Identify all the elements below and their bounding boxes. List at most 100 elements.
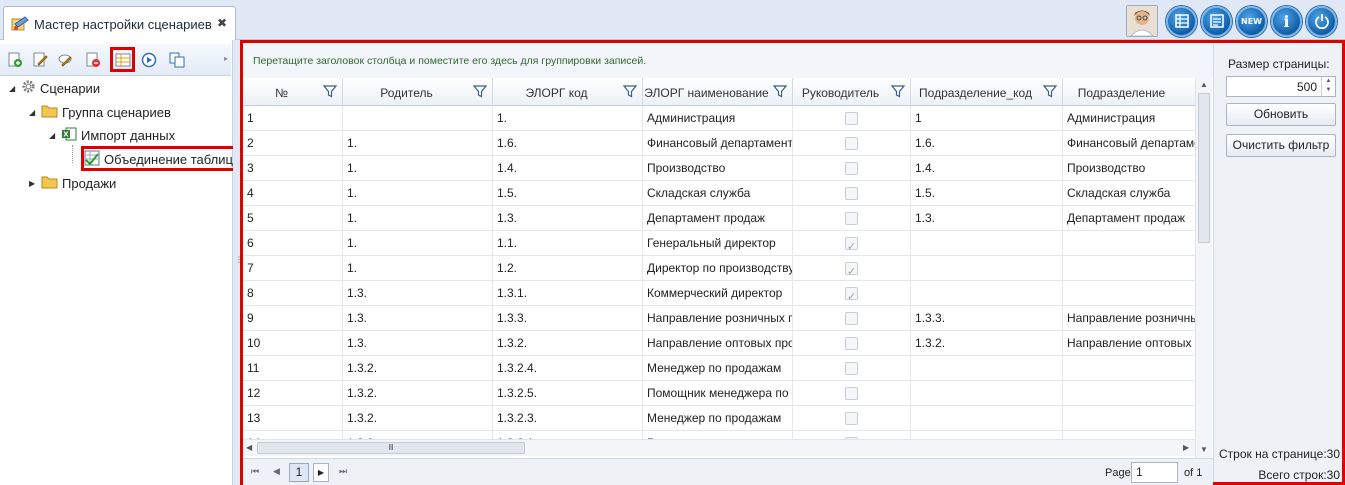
group-by-area[interactable]: Перетащите заголовок столбца и поместите… (243, 43, 1213, 78)
cell-dept (1063, 231, 1203, 256)
tree-item-scenarios[interactable]: ◢ Сценарии (9, 78, 100, 98)
collapse-arrow-icon[interactable]: ◢ (9, 84, 17, 93)
filter-icon[interactable] (472, 84, 488, 101)
filter-icon[interactable] (1042, 84, 1058, 101)
tree-item-scenario-group[interactable]: ◢ Группа сценариев (29, 102, 171, 122)
rename-icon[interactable] (56, 51, 74, 69)
filter-icon[interactable] (890, 84, 906, 101)
table-row[interactable]: 13 1.3.2. 1.3.2.3. Менеджер по продажам (243, 406, 1203, 431)
table-row[interactable]: 7 1. 1.2. Директор по производству (243, 256, 1203, 281)
column-header-label: Подразделение (1077, 86, 1166, 100)
copy-icon[interactable] (168, 51, 186, 69)
cell-code: 1.3. (493, 206, 643, 231)
folder-icon (41, 104, 58, 121)
refresh-button[interactable]: Обновить (1226, 103, 1336, 126)
cell-head (793, 256, 911, 281)
paging-settings-panel: Размер страницы: 500 ▲ ▼ Обновить Очистит… (1213, 43, 1342, 482)
head-checkbox[interactable] (845, 260, 858, 281)
cell-name: Направление розничных продаж (643, 306, 793, 331)
head-checkbox[interactable] (845, 162, 858, 175)
close-tab-icon[interactable]: ✖ (217, 16, 227, 30)
table-icon[interactable] (1166, 5, 1197, 37)
collapse-arrow-icon[interactable]: ◢ (29, 108, 37, 117)
user-avatar[interactable] (1126, 5, 1158, 37)
table-row[interactable]: 91.3.1.3.3.Направление розничных продаж1… (243, 306, 1203, 331)
prev-page-icon[interactable]: ◀ (273, 466, 280, 477)
delete-scenario-icon[interactable] (84, 51, 102, 69)
scrollbar-thumb[interactable] (1198, 93, 1210, 243)
filter-icon[interactable] (622, 84, 638, 101)
column-header-head[interactable]: Руководитель (793, 78, 911, 106)
last-page-icon[interactable]: ⏭ (339, 466, 347, 477)
scroll-down-icon[interactable]: ▼ (1200, 445, 1208, 454)
horizontal-scrollbar[interactable]: ◀ Ⅲ ▶ (243, 439, 1195, 456)
next-page-button[interactable]: ▶ (313, 463, 329, 482)
head-checkbox[interactable] (845, 212, 858, 225)
head-checkbox[interactable] (845, 285, 858, 306)
collapse-arrow-icon[interactable]: ◢ (49, 131, 57, 140)
spinner-arrows-icon[interactable]: ▲ ▼ (1321, 77, 1335, 96)
table-row[interactable]: 6 1. 1.1. Генеральный директор (243, 231, 1203, 256)
table-row[interactable]: 8 1.3. 1.3.1. Коммерческий директор (243, 281, 1203, 306)
tree-item-sales[interactable]: ▶ Продажи (29, 173, 116, 193)
table-row[interactable]: 2 1. 1.6. Финансовый департамент 1.6. Финансо… (243, 131, 1203, 156)
table-row[interactable]: 11 1.3.2. 1.3.2.4. Менеджер по продажам (243, 356, 1203, 381)
head-checkbox[interactable] (845, 137, 858, 150)
head-checkbox[interactable] (845, 187, 858, 200)
table-row[interactable]: 121.3.2.1.3.2.5.Помощник менеджера по пр… (243, 381, 1203, 406)
new-icon[interactable]: NEW (1236, 5, 1267, 37)
cell-name: Генеральный директор (643, 231, 793, 256)
table-row[interactable]: 101.3.1.3.2.Направление оптовых продаж1.… (243, 331, 1203, 356)
vertical-scrollbar[interactable]: ▲ ▼ (1195, 78, 1212, 458)
panel-splitter[interactable]: ⋮ (233, 40, 243, 485)
title-bar: Мастер настройки сценариев ✖ NEW i (0, 0, 1345, 40)
table-row[interactable]: 3 1. 1.4. Производство 1.4. Производство (243, 156, 1203, 181)
column-header-parent[interactable]: Родитель (343, 78, 493, 106)
page-number-button[interactable]: 1 (289, 463, 309, 482)
cell-dept (1063, 281, 1203, 306)
column-header-code[interactable]: ЭЛОРГ код (493, 78, 643, 106)
cell-code: 1.3.2.3. (493, 406, 643, 431)
head-checkbox[interactable] (845, 387, 858, 400)
head-checkbox[interactable] (845, 337, 858, 350)
add-scenario-icon[interactable] (6, 51, 24, 69)
power-icon[interactable] (1306, 5, 1337, 37)
run-icon[interactable] (140, 51, 158, 69)
svg-text:X: X (63, 130, 69, 138)
tree-item-data-import[interactable]: ◢ X Импорт данных (49, 125, 175, 145)
page-size-spinner[interactable]: 500 ▲ ▼ (1226, 76, 1336, 97)
toolbar-overflow-icon[interactable]: ▸ (224, 54, 228, 63)
scroll-left-icon[interactable]: ◀ (246, 443, 252, 452)
head-checkbox[interactable] (845, 412, 858, 425)
highlight-table-settings (110, 47, 135, 72)
clear-filter-button[interactable]: Очистить фильтр (1226, 134, 1336, 157)
column-header-dept_code[interactable]: Подразделение_код (911, 78, 1063, 106)
scroll-up-icon[interactable]: ▲ (1200, 80, 1208, 89)
list-form-icon[interactable] (1201, 5, 1232, 37)
head-checkbox[interactable] (845, 235, 858, 256)
expand-arrow-icon[interactable]: ▶ (29, 179, 37, 188)
filter-icon[interactable] (322, 84, 338, 101)
first-page-icon[interactable]: ⏮ (251, 466, 259, 477)
edit-scenario-icon[interactable] (31, 51, 49, 69)
head-checkbox[interactable] (845, 112, 858, 125)
cell-num: 13 (243, 406, 343, 431)
filter-icon[interactable] (772, 84, 788, 101)
head-checkbox[interactable] (845, 362, 858, 375)
page-size-value[interactable]: 500 (1297, 80, 1317, 94)
column-header-dept[interactable]: Подразделение (1063, 78, 1203, 106)
info-icon[interactable]: i (1271, 5, 1302, 37)
scrollbar-thumb[interactable]: Ⅲ (257, 442, 525, 454)
cell-head (793, 156, 911, 181)
cell-dept-code (911, 406, 1063, 431)
column-header-num[interactable]: № (243, 78, 343, 106)
column-header-name[interactable]: ЭЛОРГ наименование (643, 78, 793, 106)
table-row[interactable]: 1 1. Администрация 1 Администрация (243, 106, 1203, 131)
scroll-right-icon[interactable]: ▶ (1183, 443, 1189, 452)
page-input[interactable]: 1 (1131, 462, 1178, 483)
head-checkbox[interactable] (845, 312, 858, 325)
cell-name: Складская служба (643, 181, 793, 206)
table-row[interactable]: 5 1. 1.3. Департамент продаж 1.3. Департамент… (243, 206, 1203, 231)
table-row[interactable]: 4 1. 1.5. Складская служба 1.5. Складская слу… (243, 181, 1203, 206)
document-tab[interactable]: Мастер настройки сценариев ✖ (3, 6, 236, 40)
